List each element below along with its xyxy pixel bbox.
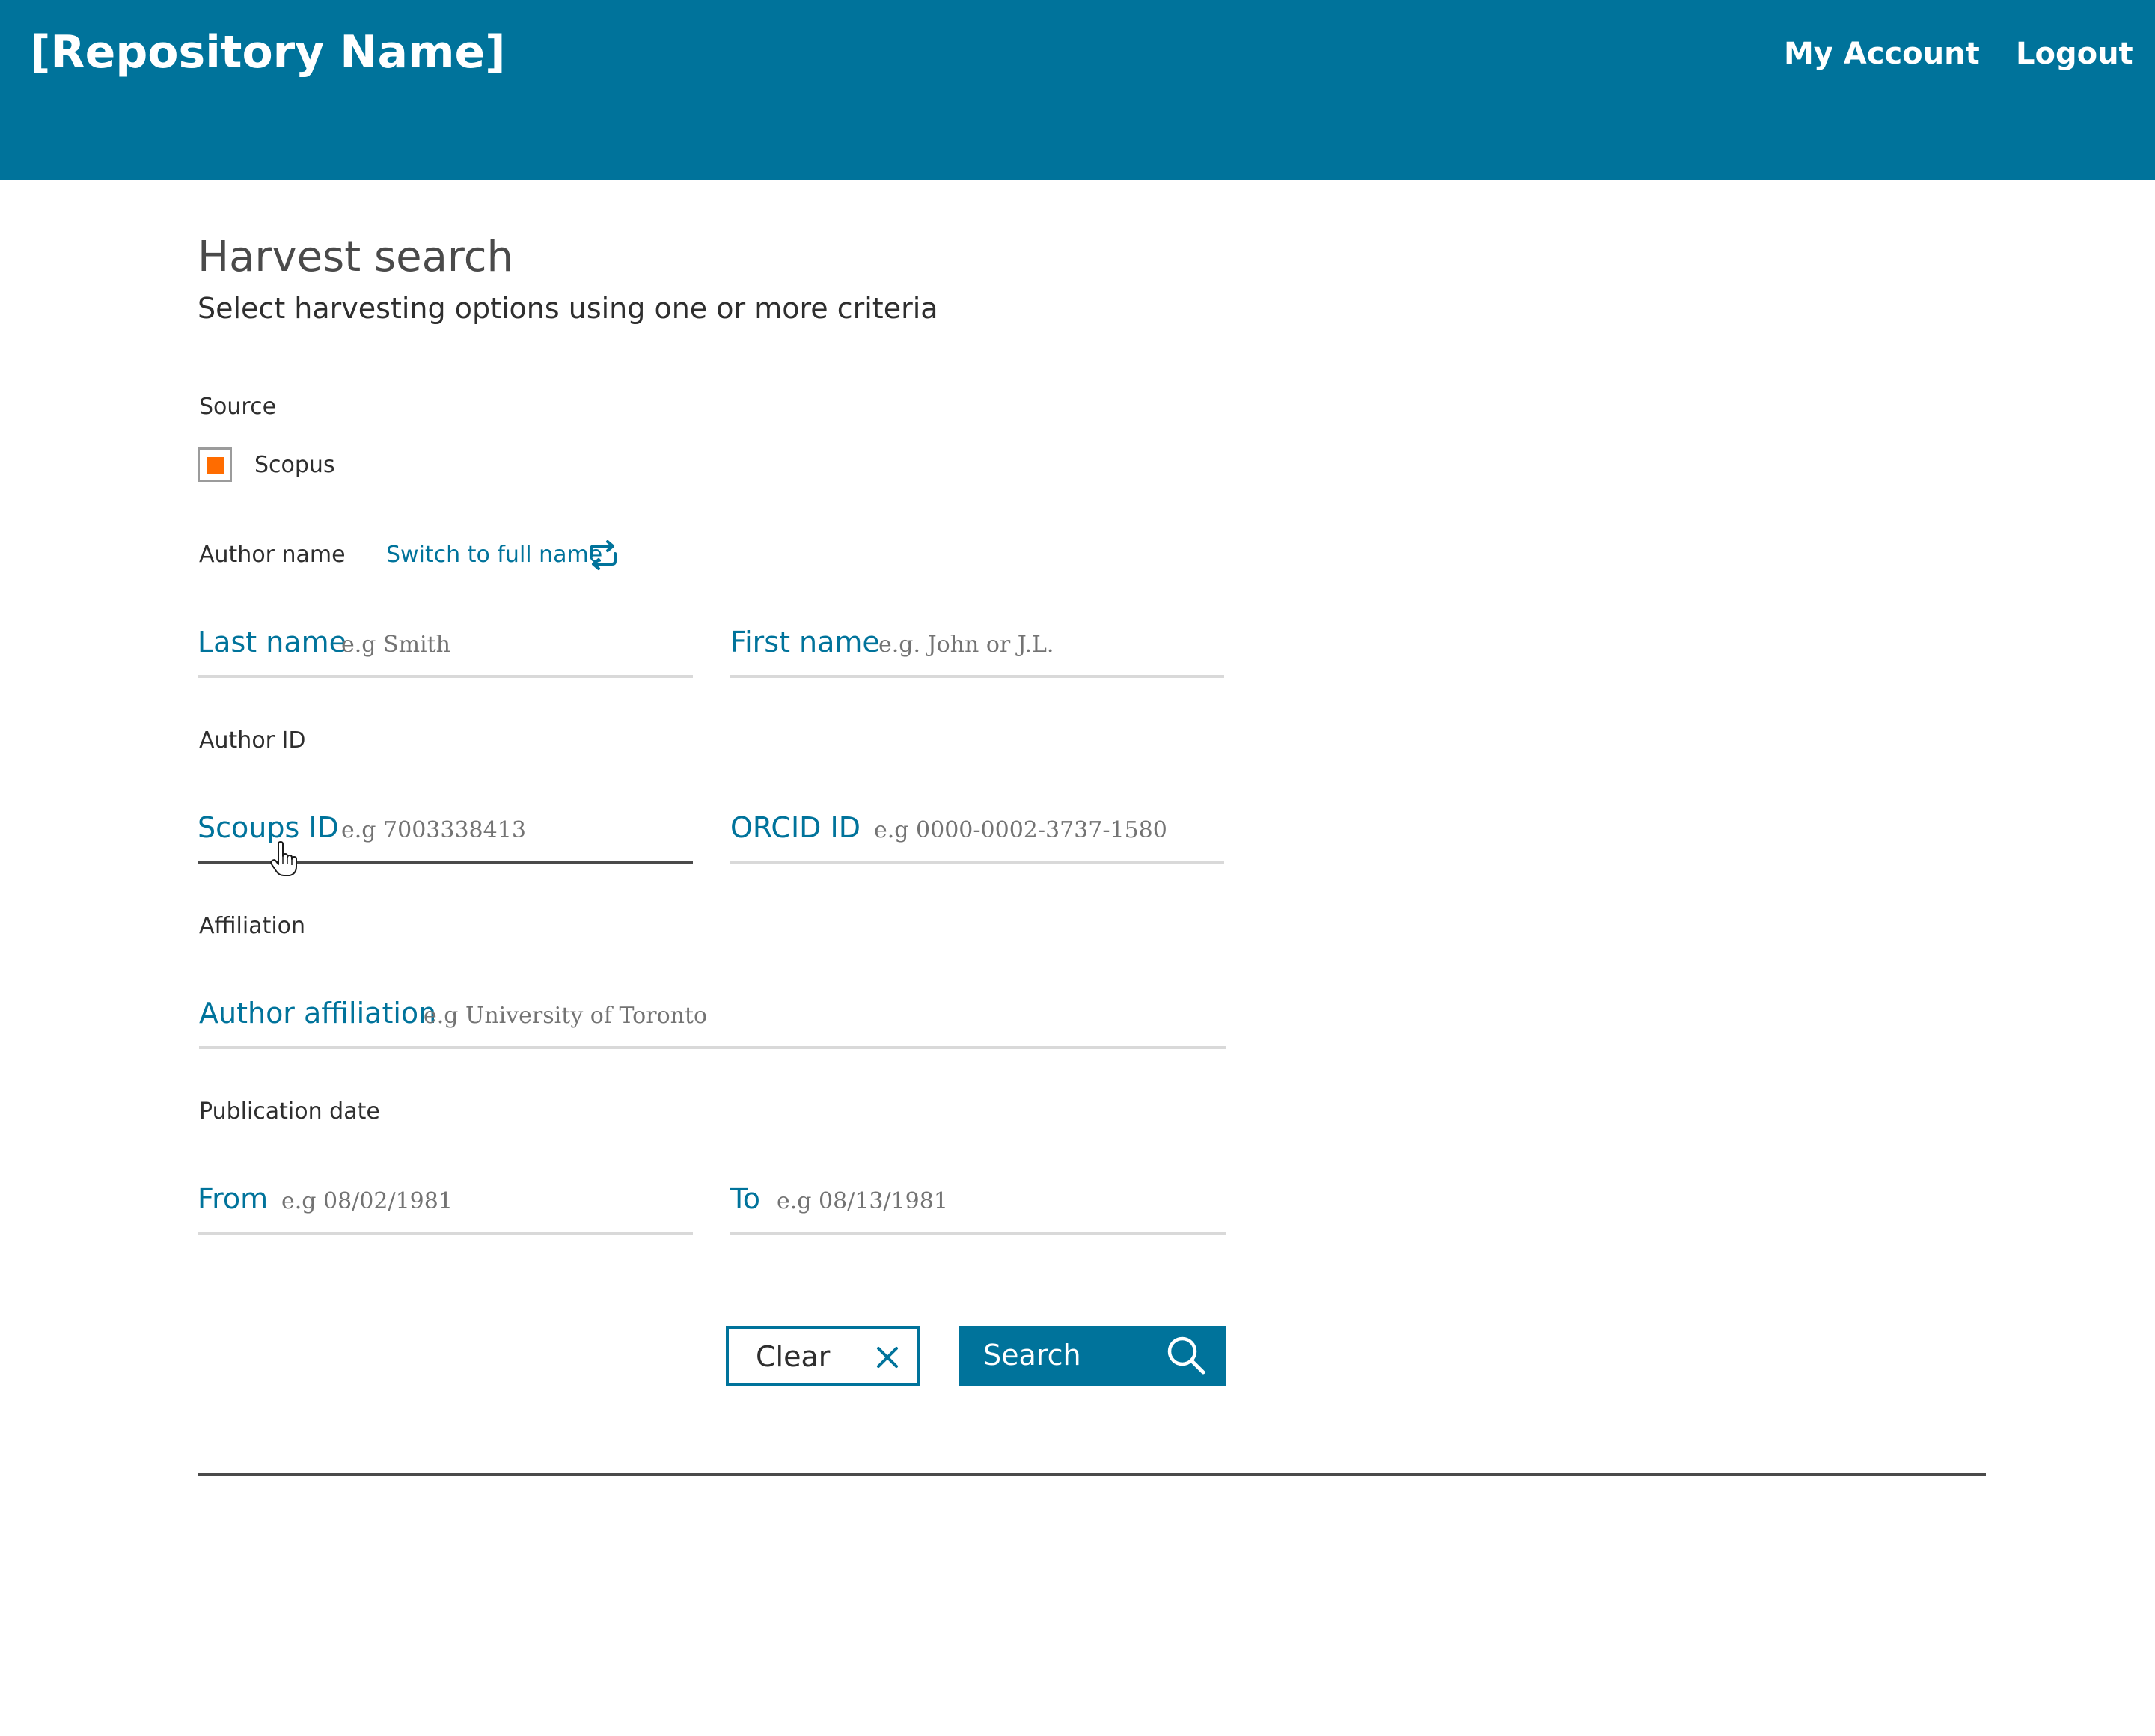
switch-to-full-name-link[interactable]: Switch to full name: [386, 540, 602, 570]
repository-name[interactable]: [Repository Name]: [30, 22, 506, 82]
scopus-id-label: Scoups ID: [198, 811, 339, 844]
publication-date-label: Publication date: [199, 1098, 380, 1125]
author-affiliation-input[interactable]: Author affiliation e.g University of Tor…: [199, 989, 1226, 1049]
last-name-input[interactable]: Last name e.g Smith: [198, 618, 693, 678]
orcid-id-placeholder: e.g 0000-0002-3737-1580: [874, 817, 1167, 843]
my-account-link[interactable]: My Account: [1784, 33, 1980, 75]
first-name-placeholder: e.g. John or J.L.: [878, 632, 1054, 658]
first-name-label: First name: [730, 626, 880, 658]
last-name-placeholder: e.g Smith: [341, 632, 451, 658]
to-date-placeholder: e.g 08/13/1981: [777, 1188, 948, 1214]
from-date-input[interactable]: From e.g 08/02/1981: [198, 1175, 693, 1235]
refresh-icon[interactable]: [587, 539, 620, 572]
search-button-label: Search: [983, 1339, 1081, 1372]
author-affiliation-label: Author affiliation: [199, 997, 437, 1030]
to-date-input[interactable]: To e.g 08/13/1981: [730, 1175, 1226, 1235]
scopus-checkbox[interactable]: [198, 447, 232, 482]
search-icon: [1167, 1336, 1205, 1375]
clear-button[interactable]: Clear: [726, 1326, 920, 1386]
scopus-checkbox-label[interactable]: Scopus: [254, 450, 335, 480]
page: [Repository Name] My Account Logout Harv…: [0, 0, 2155, 1736]
from-date-placeholder: e.g 08/02/1981: [281, 1188, 453, 1214]
from-date-label: From: [198, 1182, 269, 1215]
checkbox-checked-mark: [207, 457, 224, 474]
page-title: Harvest search: [198, 233, 513, 281]
author-affiliation-placeholder: e.g University of Toronto: [424, 1003, 708, 1029]
author-id-label: Author ID: [199, 727, 306, 754]
scopus-id-placeholder: e.g 7003338413: [341, 817, 526, 843]
to-date-label: To: [730, 1182, 761, 1215]
first-name-input[interactable]: First name e.g. John or J.L.: [730, 618, 1224, 678]
logout-link[interactable]: Logout: [2016, 33, 2133, 75]
author-name-label: Author name: [199, 542, 346, 568]
footer-divider: [198, 1473, 1986, 1476]
page-subtitle: Select harvesting options using one or m…: [198, 292, 938, 325]
orcid-id-label: ORCID ID: [730, 811, 861, 844]
search-button[interactable]: Search: [959, 1326, 1226, 1386]
app-header: [Repository Name] My Account Logout: [0, 0, 2155, 180]
source-label: Source: [199, 394, 277, 420]
affiliation-label: Affiliation: [199, 913, 306, 939]
hand-cursor-icon: [270, 841, 297, 876]
close-icon: [877, 1347, 898, 1368]
last-name-label: Last name: [198, 626, 346, 658]
clear-button-label: Clear: [756, 1340, 831, 1373]
orcid-id-input[interactable]: ORCID ID e.g 0000-0002-3737-1580: [730, 804, 1224, 864]
